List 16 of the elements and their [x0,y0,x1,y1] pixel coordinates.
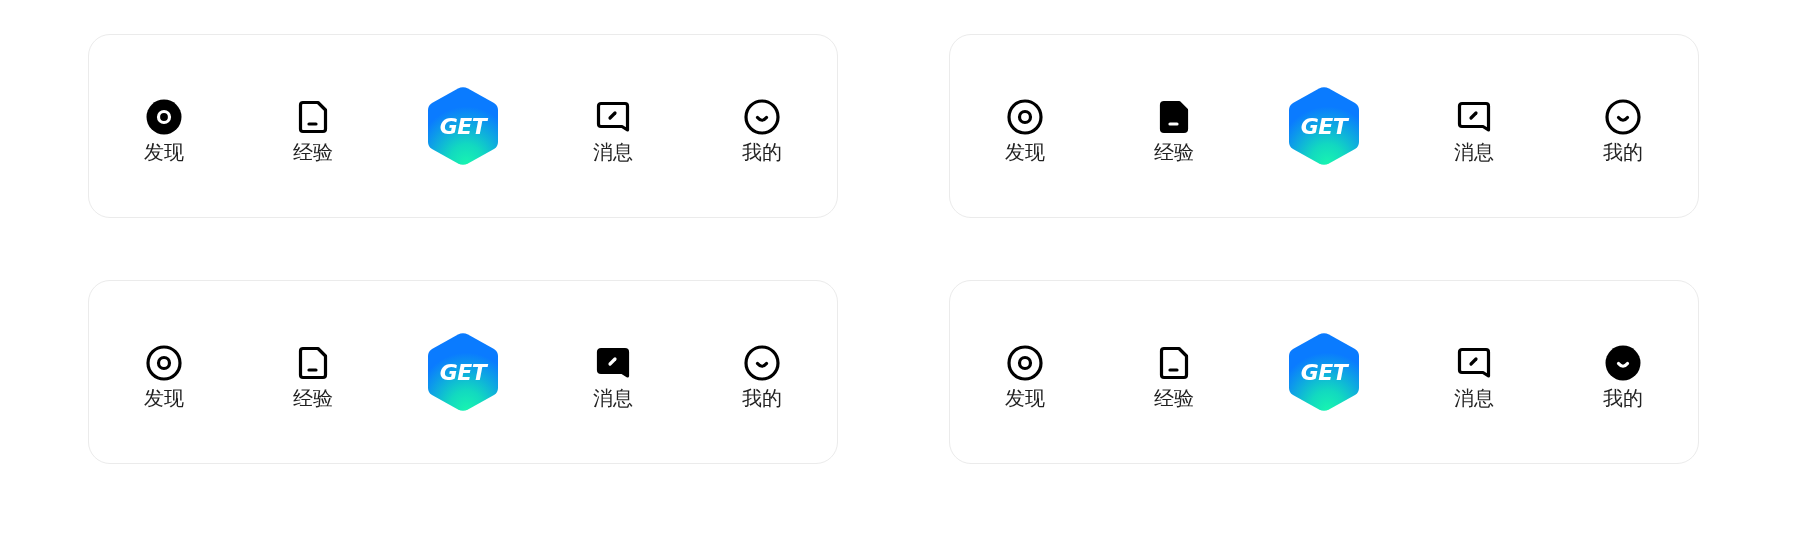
tab[interactable]: 我的 [1603,332,1644,412]
tab[interactable]: 消息 [592,332,633,412]
tab[interactable]: 经验 [293,86,334,166]
tab[interactable]: 发现 [143,332,184,412]
tab[interactable]: 经验 [1154,332,1195,412]
tab[interactable]: 经验 [1154,86,1195,166]
tab[interactable]: 我的 [742,332,783,412]
tab[interactable]: 发现 [143,86,184,166]
tab[interactable]: 消息 [1453,332,1494,412]
tab[interactable]: 消息 [592,86,633,166]
tab[interactable]: 经验 [293,332,334,412]
tab[interactable]: 发现 [1004,332,1045,412]
tab[interactable]: 消息 [1453,86,1494,166]
tab[interactable]: 我的 [742,86,783,166]
tab[interactable]: 我的 [1603,86,1644,166]
tab[interactable]: 发现 [1004,86,1045,166]
